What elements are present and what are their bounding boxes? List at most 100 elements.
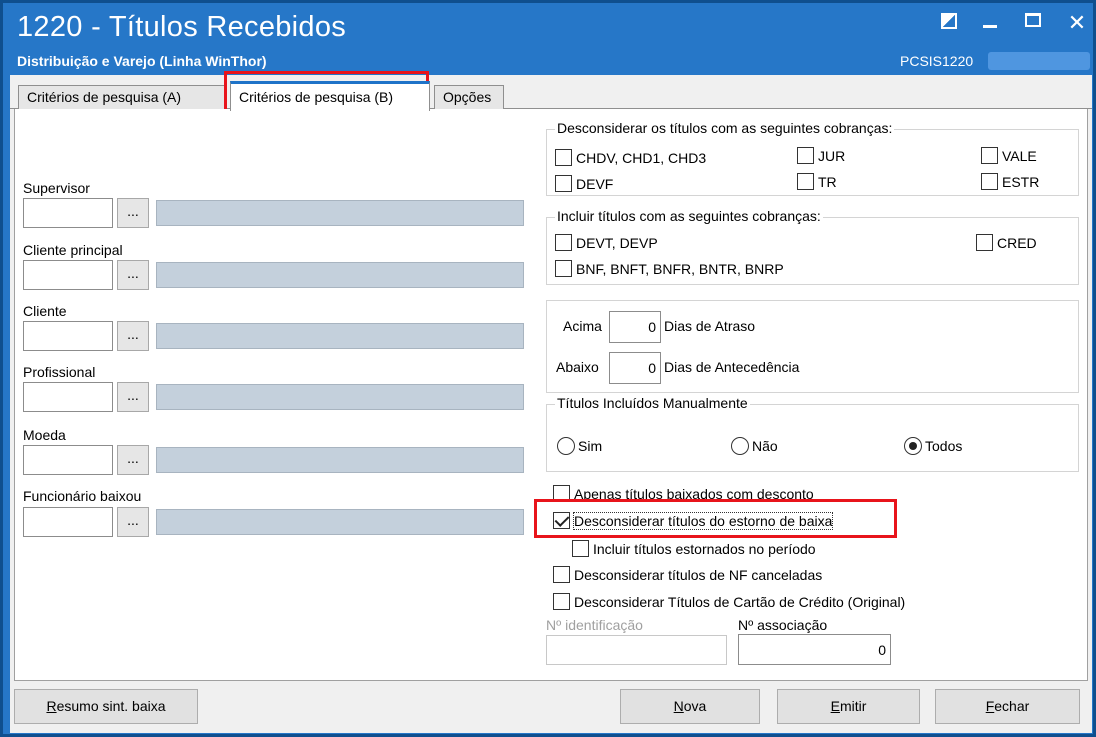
abaixo-input[interactable]: 0 <box>609 352 661 384</box>
cliente-principal-lookup-button[interactable]: ... <box>117 260 149 290</box>
maximize-button[interactable] <box>1025 13 1045 33</box>
radio-todos-label: Todos <box>925 438 963 454</box>
check-chdv-label: CHDV, CHD1, CHD3 <box>576 149 707 166</box>
group-desconsiderar-cobrancas: Desconsiderar os títulos com as seguinte… <box>546 120 1079 196</box>
cliente-code-input[interactable] <box>23 321 113 351</box>
close-button[interactable]: ✕ <box>1067 10 1087 35</box>
radio-sim[interactable]: Sim <box>557 437 602 455</box>
nova-button[interactable]: Nova <box>620 689 760 724</box>
emitir-mnemonic: E <box>830 698 840 714</box>
tab-criterios-a[interactable]: Critérios de pesquisa (A) <box>18 85 225 110</box>
acima-input[interactable]: 0 <box>609 311 661 343</box>
radio-sim-label: Sim <box>578 438 603 454</box>
checkbox-box[interactable] <box>553 512 570 529</box>
profissional-label: Profissional <box>23 364 96 380</box>
check-incluir-estornados[interactable]: Incluir títulos estornados no período <box>572 540 816 557</box>
funcionario-baixou-code-input[interactable] <box>23 507 113 537</box>
nova-label: ova <box>683 698 707 714</box>
window-controls: ✕ <box>941 10 1087 35</box>
check-vale-label: VALE <box>1002 147 1037 164</box>
check-jur[interactable]: JUR <box>797 147 845 164</box>
cliente-principal-label: Cliente principal <box>23 242 123 258</box>
resumo-sint-baixa-button[interactable]: Resumo sint. baixa <box>14 689 198 724</box>
checkbox-box[interactable] <box>981 147 998 164</box>
cliente-principal-name-field <box>156 262 524 288</box>
fechar-button[interactable]: Fechar <box>935 689 1080 724</box>
funcionario-baixou-lookup-button[interactable]: ... <box>117 507 149 537</box>
moeda-code-input[interactable] <box>23 445 113 475</box>
check-devf-label: DEVF <box>576 175 614 192</box>
checkbox-box[interactable] <box>976 234 993 251</box>
check-desconsiderar-estorno-label: Desconsiderar títulos do estorno de baix… <box>572 511 834 530</box>
funcionario-baixou-label: Funcionário baixou <box>23 488 142 504</box>
identificacao-label: Nº identificação <box>546 617 643 633</box>
radio-nao[interactable]: Não <box>731 437 778 455</box>
tab-opcoes[interactable]: Opções <box>434 85 504 110</box>
window-title: 1220 - Títulos Recebidos <box>17 11 347 43</box>
checkbox-box[interactable] <box>555 149 572 166</box>
cliente-name-field <box>156 323 524 349</box>
checkbox-box[interactable] <box>555 260 572 277</box>
check-devt[interactable]: DEVT, DEVP <box>555 234 658 251</box>
radio-circle[interactable] <box>904 437 922 455</box>
check-desconsiderar-nf[interactable]: Desconsiderar títulos de NF canceladas <box>553 566 822 583</box>
check-estr[interactable]: ESTR <box>981 173 1039 190</box>
group-incluir-title: Incluir títulos com as seguintes cobranç… <box>555 208 823 224</box>
group-incluir-cobrancas: Incluir títulos com as seguintes cobranç… <box>546 208 1079 285</box>
supervisor-code-input[interactable] <box>23 198 113 228</box>
radio-circle[interactable] <box>731 437 749 455</box>
minimize-button[interactable] <box>983 13 1003 33</box>
check-devf[interactable]: DEVF <box>555 175 613 192</box>
cliente-label: Cliente <box>23 303 67 319</box>
app-window: 1220 - Títulos Recebidos Distribuição e … <box>0 0 1096 737</box>
moeda-lookup-button[interactable]: ... <box>117 445 149 475</box>
moeda-name-field <box>156 447 524 473</box>
restore-button[interactable] <box>941 13 961 33</box>
checkbox-box[interactable] <box>797 147 814 164</box>
check-tr[interactable]: TR <box>797 173 837 190</box>
moeda-label: Moeda <box>23 427 66 443</box>
check-chdv[interactable]: CHDV, CHD1, CHD3 <box>555 149 706 166</box>
resumo-mnemonic: R <box>46 698 57 714</box>
tab-criterios-b[interactable]: Critérios de pesquisa (B) <box>230 81 430 111</box>
window-subtitle: Distribuição e Varejo (Linha WinThor) <box>17 53 267 69</box>
checkbox-box[interactable] <box>553 485 570 502</box>
emitir-button[interactable]: Emitir <box>777 689 920 724</box>
radio-todos[interactable]: Todos <box>904 437 962 455</box>
profissional-code-input[interactable] <box>23 382 113 412</box>
group-manual-title: Títulos Incluídos Manualmente <box>555 395 750 411</box>
identificacao-input[interactable] <box>546 635 727 665</box>
tab-bar: Critérios de pesquisa (A) Critérios de p… <box>10 79 1092 111</box>
checkbox-box[interactable] <box>572 540 589 557</box>
group-manual: Títulos Incluídos Manualmente Sim Não To… <box>546 395 1079 472</box>
checkbox-box[interactable] <box>555 175 572 192</box>
check-bnf[interactable]: BNF, BNFT, BNFR, BNTR, BNRP <box>555 260 784 277</box>
check-cred[interactable]: CRED <box>976 234 1037 251</box>
check-estr-label: ESTR <box>1002 173 1040 190</box>
check-tr-label: TR <box>818 173 837 190</box>
checkbox-box[interactable] <box>553 566 570 583</box>
tab-page-criterios-b: Supervisor ... Cliente principal ... Cli… <box>14 109 1088 681</box>
associacao-input[interactable]: 0 <box>738 634 891 665</box>
supervisor-lookup-button[interactable]: ... <box>117 198 149 228</box>
abaixo-label: Abaixo <box>556 359 599 375</box>
checkbox-box[interactable] <box>553 593 570 610</box>
check-vale[interactable]: VALE <box>981 147 1037 164</box>
check-apenas-desconto[interactable]: Apenas títulos baixados com desconto <box>553 485 814 502</box>
maximize-icon <box>1025 13 1041 27</box>
check-devt-label: DEVT, DEVP <box>576 234 658 251</box>
fechar-label: echar <box>994 698 1030 714</box>
checkbox-box[interactable] <box>981 173 998 190</box>
cliente-lookup-button[interactable]: ... <box>117 321 149 351</box>
supervisor-label: Supervisor <box>23 180 90 196</box>
profissional-lookup-button[interactable]: ... <box>117 382 149 412</box>
funcionario-baixou-name-field <box>156 509 524 535</box>
checkbox-box[interactable] <box>555 234 572 251</box>
check-desconsiderar-estorno[interactable]: Desconsiderar títulos do estorno de baix… <box>553 511 834 530</box>
checkbox-box[interactable] <box>797 173 814 190</box>
check-desconsiderar-cartao[interactable]: Desconsiderar Títulos de Cartão de Crédi… <box>553 593 905 610</box>
cliente-principal-code-input[interactable] <box>23 260 113 290</box>
nova-mnemonic: N <box>673 698 684 714</box>
radio-circle[interactable] <box>557 437 575 455</box>
close-icon: ✕ <box>1067 10 1087 35</box>
